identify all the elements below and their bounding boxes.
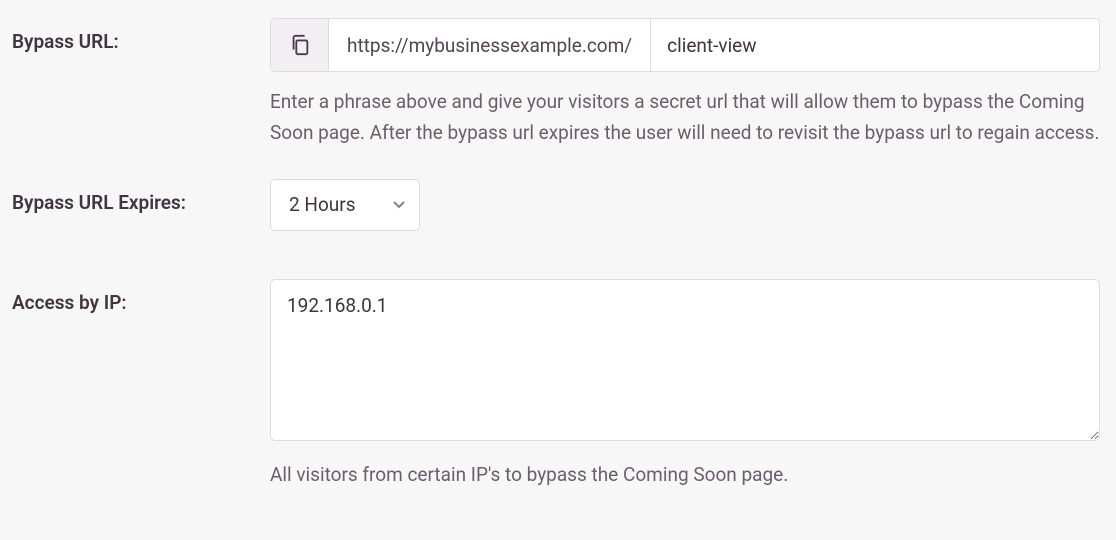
bypass-expires-label: Bypass URL Expires: [12,179,270,214]
access-ip-textarea[interactable] [270,279,1100,441]
bypass-expires-row: Bypass URL Expires: 2 Hours [12,179,1104,231]
bypass-url-prefix: https://mybusinessexample.com/ [329,19,651,71]
bypass-expires-field-col: 2 Hours [270,179,1100,231]
copy-button[interactable] [271,19,329,71]
access-ip-help: All visitors from certain IP's to bypass… [270,459,1100,490]
bypass-expires-select[interactable]: 2 Hours [270,179,420,231]
bypass-expires-value: 2 Hours [289,193,356,216]
bypass-url-field-col: https://mybusinessexample.com/ Enter a p… [270,18,1100,149]
access-ip-row: Access by IP: All visitors from certain … [12,279,1104,490]
bypass-url-label: Bypass URL: [12,18,270,53]
bypass-url-input-group: https://mybusinessexample.com/ [270,18,1100,72]
access-ip-label: Access by IP: [12,279,270,314]
bypass-url-row: Bypass URL: https://mybusinessexample.co… [12,18,1104,149]
access-ip-field-col: All visitors from certain IP's to bypass… [270,279,1100,490]
chevron-down-icon [393,201,405,209]
bypass-url-input[interactable] [651,19,1099,71]
copy-icon [289,33,311,57]
bypass-url-help: Enter a phrase above and give your visit… [270,86,1100,149]
